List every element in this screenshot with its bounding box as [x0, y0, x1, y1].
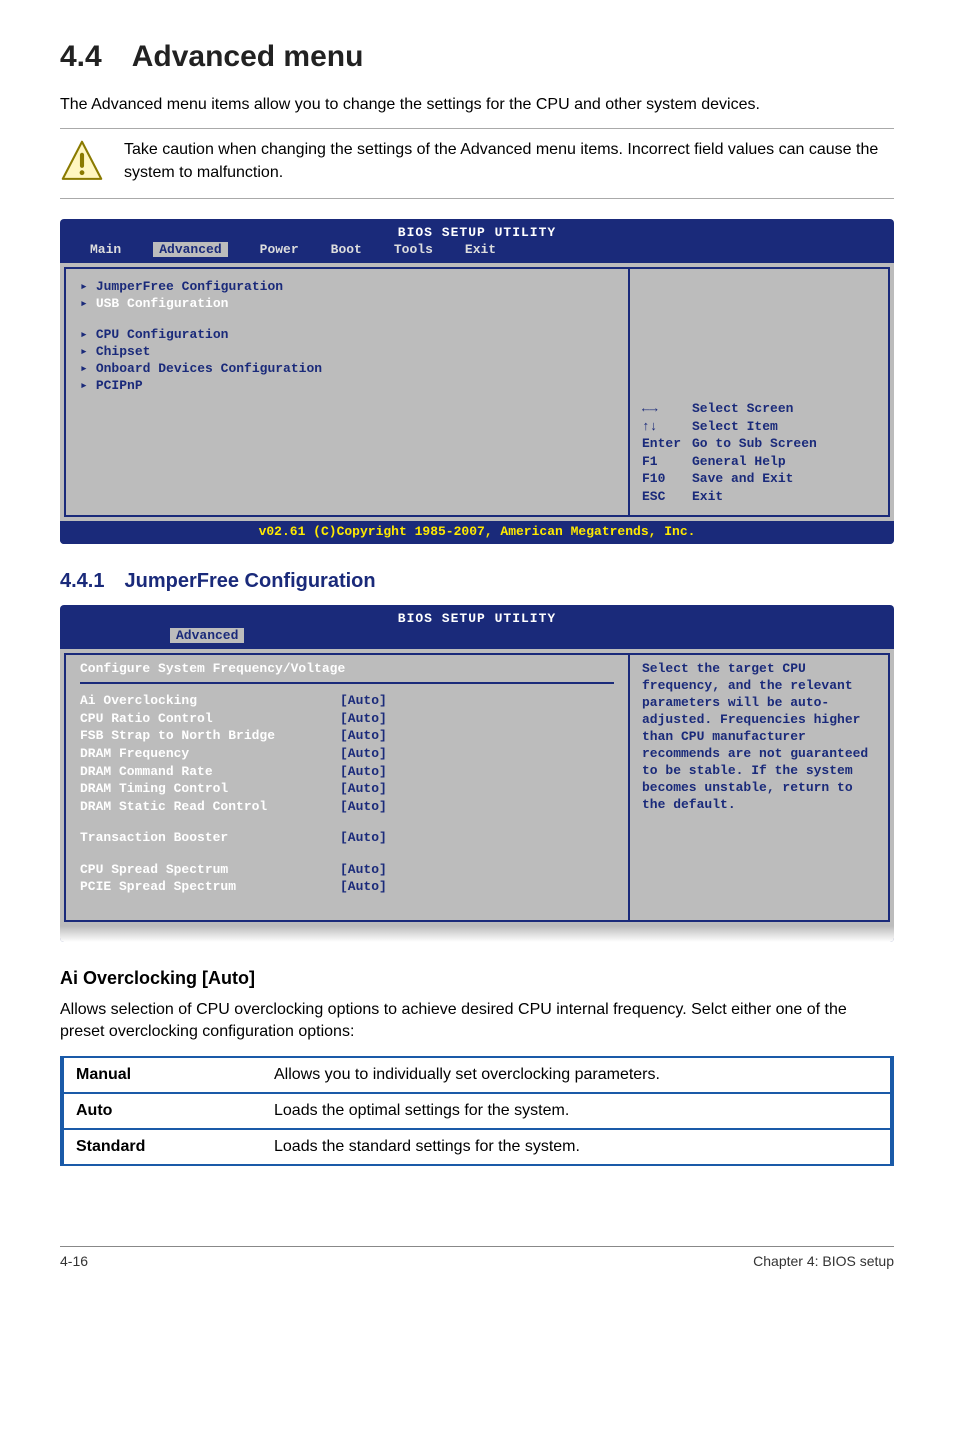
bios-screenshot-1: BIOS SETUP UTILITY Main Advanced Power B…: [60, 219, 894, 544]
table-row: StandardLoads the standard settings for …: [62, 1129, 892, 1165]
caution-text: Take caution when changing the settings …: [124, 139, 894, 184]
tab-boot: Boot: [331, 242, 362, 257]
bios-footer: v02.61 (C)Copyright 1985-2007, American …: [60, 521, 894, 544]
table-row: ManualAllows you to individually set ove…: [62, 1057, 892, 1093]
tab-advanced: Advanced: [170, 628, 244, 643]
tab-main: Main: [90, 242, 121, 257]
item-heading-ai-overclocking: Ai Overclocking [Auto]: [60, 968, 894, 989]
bios-title: BIOS SETUP UTILITY: [60, 605, 894, 626]
chapter-label: Chapter 4: BIOS setup: [753, 1253, 894, 1269]
table-row: AutoLoads the optimal settings for the s…: [62, 1093, 892, 1129]
tab-advanced: Advanced: [153, 242, 227, 257]
overclock-description: Allows selection of CPU overclocking opt…: [60, 999, 894, 1044]
bios-title: BIOS SETUP UTILITY: [60, 219, 894, 240]
page-number: 4-16: [60, 1253, 88, 1269]
bios-help-text: Select the target CPU frequency, and the…: [630, 653, 890, 921]
tab-exit: Exit: [465, 242, 496, 257]
bios-left-panel: Configure System Frequency/Voltage Ai Ov…: [64, 653, 630, 921]
menu-item: PCIPnP: [80, 378, 614, 395]
warning-icon: [60, 139, 104, 188]
options-table: ManualAllows you to individually set ove…: [60, 1056, 894, 1166]
section-title: Configure System Frequency/Voltage: [80, 661, 614, 684]
caution-box: Take caution when changing the settings …: [60, 128, 894, 199]
tab-power: Power: [260, 242, 299, 257]
bios-screenshot-2: BIOS SETUP UTILITY Advanced Configure Sy…: [60, 605, 894, 941]
bios-right-panel: ←→Select Screen ↑↓Select Item EnterGo to…: [630, 267, 890, 517]
subheading-441: 4.4.1 JumperFree Configuration: [60, 570, 894, 593]
bios-left-panel: JumperFree Configuration USB Configurati…: [64, 267, 630, 517]
menu-item: Chipset: [80, 344, 614, 361]
page-footer: 4-16 Chapter 4: BIOS setup: [60, 1246, 894, 1269]
intro-paragraph: The Advanced menu items allow you to cha…: [60, 94, 894, 116]
bios-menubar: Advanced: [60, 626, 894, 649]
menu-item: CPU Configuration: [80, 327, 614, 344]
menu-item: Onboard Devices Configuration: [80, 361, 614, 378]
bios-menubar: Main Advanced Power Boot Tools Exit: [60, 240, 894, 263]
menu-item: USB Configuration: [80, 296, 614, 313]
tab-tools: Tools: [394, 242, 433, 257]
menu-item: JumperFree Configuration: [80, 279, 614, 296]
page-heading: 4.4 Advanced menu: [60, 40, 894, 74]
